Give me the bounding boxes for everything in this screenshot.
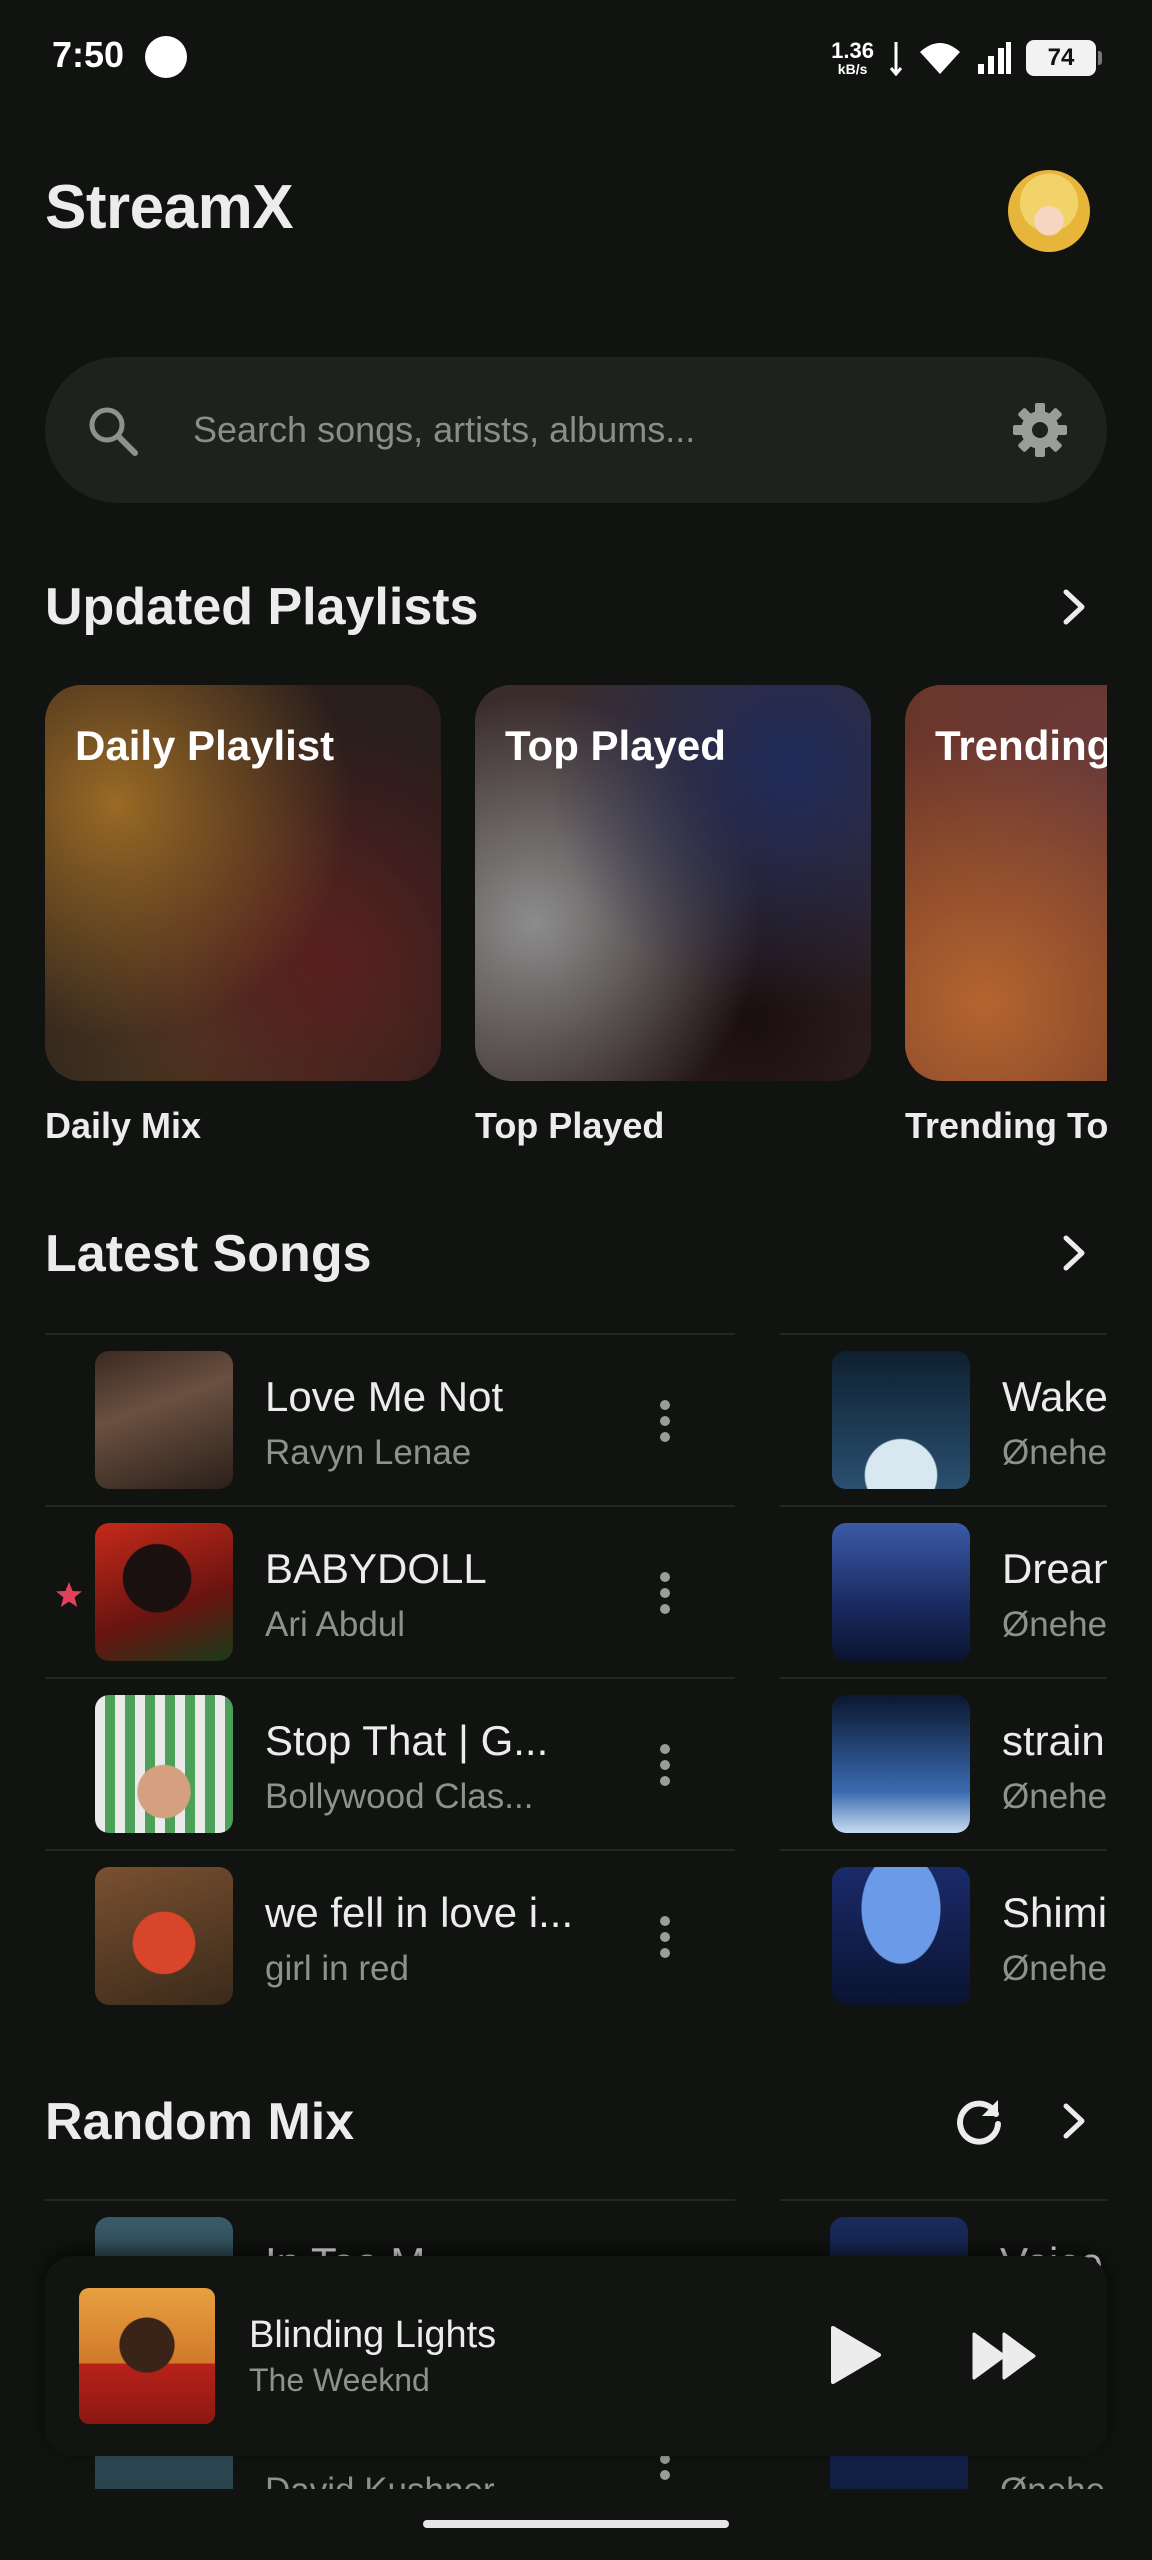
album-art [832,1867,970,2005]
playlist-name: Trending Today [905,1105,1107,1146]
song-artist: Bollywood Clas... [265,1777,534,1816]
now-playing-title: Blinding Lights [249,2314,497,2356]
chevron-right-icon[interactable] [1050,2098,1096,2144]
song-artist: Ønehe [1002,1777,1107,1816]
search-input[interactable] [193,357,1013,503]
more-vertical-icon[interactable] [645,1391,685,1451]
home-indicator[interactable] [423,2520,729,2528]
battery-indicator: 74 [1026,40,1102,76]
song-title: strain [1002,1717,1105,1764]
status-icons: 1.36 kB/s 74 [831,36,1102,80]
signal-icon [978,42,1011,74]
network-speed: 1.36 kB/s [831,38,874,77]
app-screen: 7:50 1.36 kB/s 74 StreamX Search songs, … [0,0,1152,2560]
list-item[interactable]: Wake Ønehe [780,1333,1107,1505]
list-item[interactable]: BABYDOLL Ari Abdul [45,1505,735,1677]
song-title: Drean [1002,1545,1107,1592]
album-art [95,1523,233,1661]
network-speed-unit: kB/s [837,61,868,77]
playlist-name: Top Played [475,1105,665,1146]
section-title-random-mix: Random Mix [45,2093,355,2151]
chevron-right-icon[interactable] [1050,1230,1096,1276]
list-item[interactable]: we fell in love i... girl in red [45,1849,735,2021]
more-vertical-icon[interactable] [645,1907,685,1967]
avatar[interactable] [1008,170,1090,252]
album-art [832,1351,970,1489]
search-icon [89,407,138,456]
network-speed-value: 1.36 [831,38,874,63]
play-icon[interactable] [821,2322,887,2388]
latest-songs-list-page-2: Wake Ønehe Drean Ønehe strain Ønehe Shim… [780,1333,1107,2021]
playlist-cover: Top Played [475,685,871,1081]
album-art [832,1695,970,1833]
status-time: 7:50 [52,34,125,75]
song-artist: Ønehe [1002,1605,1107,1644]
song-artist: Ari Abdul [265,1605,406,1644]
song-artist: girl in red [265,1949,409,1988]
mini-player[interactable]: Blinding Lights The Weeknd [45,2256,1107,2456]
settings-icon[interactable] [1011,401,1069,459]
chevron-right-icon[interactable] [1050,584,1096,630]
album-art [95,1867,233,2005]
now-playing-album-art [79,2288,215,2424]
song-title: Stop That | G... [265,1717,549,1764]
song-artist: Ønehe [1002,1949,1107,1988]
now-playing-artist: The Weeknd [249,2362,430,2398]
more-vertical-icon[interactable] [645,1735,685,1795]
song-title: Love Me Not [265,1373,504,1420]
playlist-carousel[interactable]: Daily Playlist Daily Mix Top Played Top … [45,685,1107,1155]
album-art [95,1351,233,1489]
list-item[interactable]: Stop That | G... Bollywood Clas... [45,1677,735,1849]
section-title-latest-songs: Latest Songs [45,1225,372,1283]
wifi-icon [920,43,960,74]
playlist-cover: Daily Playlist [45,685,441,1081]
playlist-cover-text: Top Played [505,722,726,769]
playlist-name: Daily Mix [45,1105,202,1146]
list-item[interactable]: Love Me Not Ravyn Lenae [45,1333,735,1505]
playlist-cover-text: Trending Today [935,722,1107,769]
skip-forward-icon[interactable] [970,2326,1040,2386]
album-art [832,1523,970,1661]
list-item[interactable]: Drean Ønehe [780,1505,1107,1677]
latest-songs-list: Love Me Not Ravyn Lenae BABYDOLL Ari Abd… [45,1333,735,2021]
playlist-card-top-played[interactable]: Top Played Top Played [475,685,871,1146]
notification-dot-icon [145,36,187,78]
song-artist: Ønehe [1000,2471,1105,2489]
song-artist: Ønehe [1002,1433,1107,1472]
song-artist: David Kushner [265,2471,495,2489]
song-title: Shimi [1002,1889,1107,1936]
playlist-card-daily-mix[interactable]: Daily Playlist Daily Mix [45,685,441,1146]
song-artist: Ravyn Lenae [265,1433,472,1472]
list-item[interactable]: strain Ønehe [780,1677,1107,1849]
playlist-cover-text: Daily Playlist [75,722,335,769]
album-art [95,1695,233,1833]
data-transfer-icon [889,42,903,76]
refresh-icon[interactable] [952,2094,1006,2148]
search-bar[interactable] [45,357,1107,503]
song-title: Wake [1002,1373,1107,1420]
playlist-cover: Trending Today [905,685,1107,1081]
more-vertical-icon[interactable] [645,1563,685,1623]
song-title: BABYDOLL [265,1545,487,1592]
playlist-card-trending-today[interactable]: Trending Today Trending Today [905,685,1107,1146]
status-bar: 7:50 1.36 kB/s 74 [0,0,1152,110]
app-title: StreamX [45,173,294,242]
section-title-updated-playlists: Updated Playlists [45,578,479,636]
star-icon [56,1582,82,1607]
song-title: we fell in love i... [265,1889,574,1936]
list-item[interactable]: Shimi Ønehe [780,1849,1107,2021]
